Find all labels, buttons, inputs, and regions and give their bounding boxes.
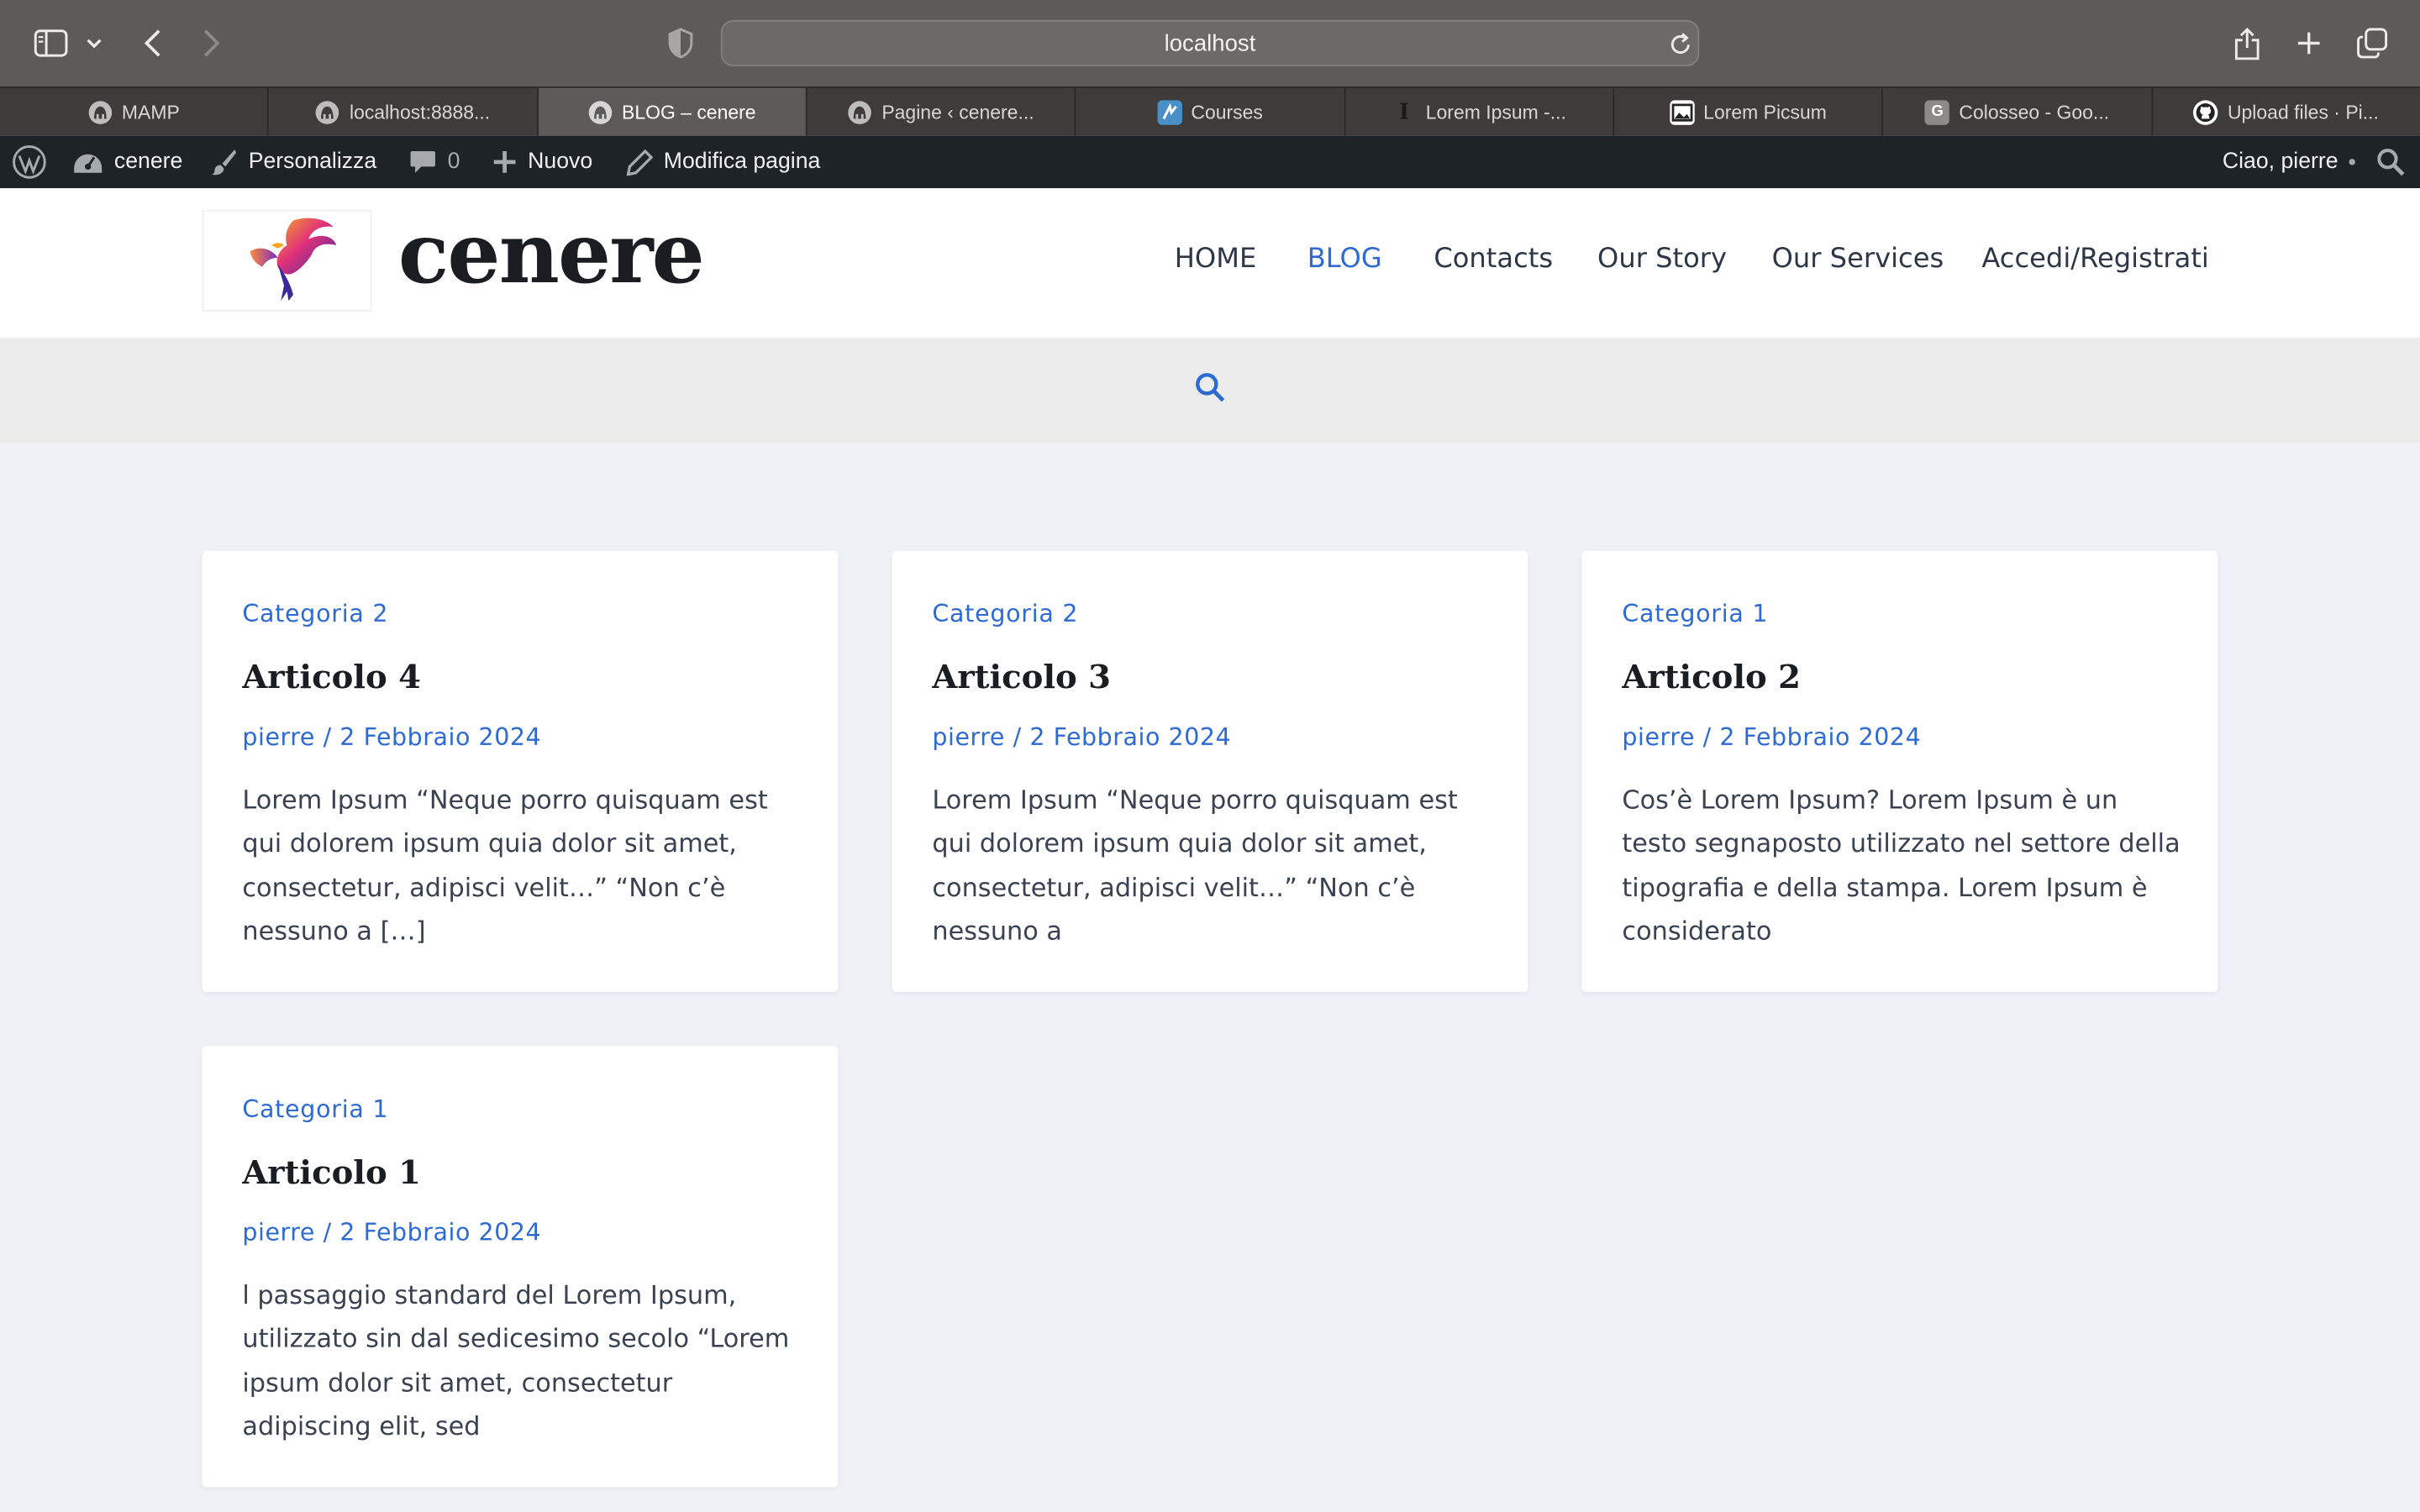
avatar	[2349, 159, 2355, 165]
privacy-shield-icon[interactable]	[664, 26, 697, 60]
mamp-elephant-icon	[588, 99, 613, 123]
tab-overview-icon[interactable]	[2352, 24, 2392, 61]
tab-lorem-picsum[interactable]: Lorem Picsum	[1614, 87, 1884, 136]
post-card: Categoria 1 Articolo 2 pierre / 2 Febbra…	[1581, 550, 2218, 993]
tab-courses[interactable]: Courses	[1076, 87, 1345, 136]
edit-page-label: Modifica pagina	[663, 150, 821, 175]
post-category[interactable]: Categoria 2	[932, 600, 1078, 627]
github-icon	[2193, 99, 2218, 124]
nav-our-story[interactable]: Our Story	[1597, 244, 1727, 275]
new-content-label: Nuovo	[528, 150, 593, 175]
post-meta[interactable]: pierre / 2 Febbraio 2024	[242, 1219, 541, 1247]
post-excerpt: Lorem Ipsum “Neque porro quisquam est qu…	[242, 785, 768, 946]
tab-label: Colosseo - Goo...	[1959, 101, 2110, 123]
reload-icon[interactable]	[1667, 29, 1695, 57]
wp-admin-bar: cenere Personalizza 0 Nuovo Modifica pag…	[0, 135, 2420, 189]
url-text: localhost	[1164, 30, 1256, 57]
nav-our-services[interactable]: Our Services	[1772, 244, 1944, 275]
new-content-link[interactable]: Nuovo	[492, 136, 592, 188]
edit-page-link[interactable]: Modifica pagina	[626, 136, 821, 188]
customize-link[interactable]: Personalizza	[210, 136, 376, 188]
google-g-icon: G	[1925, 99, 1950, 124]
tab-pagine-cenere[interactable]: Pagine ‹ cenere...	[808, 87, 1076, 136]
site-logo[interactable]	[202, 209, 372, 312]
courses-icon	[1157, 99, 1182, 124]
mamp-elephant-icon	[848, 99, 872, 123]
post-meta[interactable]: pierre / 2 Febbraio 2024	[932, 723, 1231, 751]
post-title[interactable]: Articolo 1	[242, 1152, 421, 1191]
my-account-link[interactable]: Ciao, pierre	[2223, 136, 2355, 188]
mamp-elephant-icon	[88, 99, 113, 123]
wordpress-logo-icon[interactable]	[13, 136, 46, 188]
greeting-label: Ciao, pierre	[2222, 150, 2338, 175]
tab-label: BLOG – cenere	[622, 101, 756, 123]
tab-upload-files[interactable]: Upload files · Pi...	[2153, 88, 2420, 136]
forward-icon[interactable]	[194, 24, 228, 61]
browser-toolbar: localhost	[0, 0, 2420, 87]
tab-bar: MAMP localhost:8888... BLOG – cenere Pag…	[0, 86, 2420, 136]
customize-label: Personalizza	[248, 150, 377, 175]
tab-lorem-ipsum[interactable]: I Lorem Ipsum -...	[1345, 87, 1615, 136]
mamp-elephant-icon	[316, 99, 340, 123]
plus-icon	[493, 150, 516, 173]
admin-site-link[interactable]: cenere	[72, 136, 182, 188]
nav-login-register[interactable]: Accedi/Registrati	[1981, 244, 2209, 275]
post-title[interactable]: Articolo 3	[932, 657, 1111, 696]
tab-label: Upload files · Pi...	[2227, 101, 2379, 123]
pencil-icon	[626, 149, 653, 176]
nav-home[interactable]: HOME	[1175, 244, 1257, 275]
tab-label: Lorem Picsum	[1703, 101, 1827, 123]
tab-colosseo-google[interactable]: G Colosseo - Goo...	[1883, 87, 2153, 136]
back-icon[interactable]	[136, 24, 170, 61]
tab-label: MAMP	[121, 101, 180, 123]
share-icon[interactable]	[2228, 24, 2265, 64]
post-category[interactable]: Categoria 2	[242, 600, 388, 627]
comments-count: 0	[447, 150, 460, 175]
post-excerpt: Cos’è Lorem Ipsum? Lorem Ipsum è un test…	[1622, 785, 2181, 946]
tab-blog-cenere[interactable]: BLOG – cenere	[538, 87, 808, 136]
lorem-ipsum-icon: I	[1399, 99, 1410, 124]
site-header: cenere HOME BLOG Contacts Our Story Our …	[0, 188, 2420, 339]
post-meta[interactable]: pierre / 2 Febbraio 2024	[242, 723, 541, 751]
site-title[interactable]: cenere	[398, 203, 705, 302]
browser-window: localhost MAMP localhost:8888... BLOG – …	[0, 0, 2420, 1512]
search-band	[0, 338, 2420, 444]
post-title[interactable]: Articolo 4	[242, 657, 421, 696]
post-card: Categoria 2 Articolo 4 pierre / 2 Febbra…	[202, 550, 839, 993]
new-tab-icon[interactable]	[2291, 24, 2328, 61]
comments-link[interactable]: 0	[409, 136, 460, 188]
admin-site-name: cenere	[113, 150, 183, 175]
tab-label: Courses	[1191, 101, 1263, 123]
post-category[interactable]: Categoria 1	[1622, 600, 1768, 627]
tab-label: localhost:8888...	[349, 101, 491, 123]
nav-contacts[interactable]: Contacts	[1434, 244, 1553, 275]
comment-bubble-icon	[410, 150, 435, 172]
search-icon[interactable]	[1195, 372, 1226, 403]
post-card: Categoria 2 Articolo 3 pierre / 2 Febbra…	[892, 550, 1528, 993]
tab-label: Pagine ‹ cenere...	[881, 101, 1034, 123]
post-excerpt: l passaggio standard del Lorem Ipsum, ut…	[242, 1280, 790, 1441]
tab-localhost-8888[interactable]: localhost:8888...	[269, 87, 539, 136]
post-meta[interactable]: pierre / 2 Febbraio 2024	[1622, 723, 1921, 751]
tab-label: Lorem Ipsum -...	[1425, 101, 1566, 123]
admin-search-icon[interactable]	[2377, 136, 2405, 188]
address-bar[interactable]: localhost	[720, 19, 1700, 66]
nav-blog[interactable]: BLOG	[1307, 244, 1382, 275]
bird-logo-icon	[250, 218, 337, 302]
tab-mamp[interactable]: MAMP	[0, 87, 270, 136]
dashboard-gauge-icon	[74, 154, 103, 173]
post-category[interactable]: Categoria 1	[242, 1095, 388, 1123]
chevron-down-icon[interactable]	[83, 31, 105, 55]
post-title[interactable]: Articolo 2	[1622, 657, 1801, 696]
picsum-icon	[1669, 99, 1695, 124]
post-card: Categoria 1 Articolo 1 pierre / 2 Febbra…	[202, 1046, 839, 1488]
post-excerpt: Lorem Ipsum “Neque porro quisquam est qu…	[932, 785, 1458, 946]
paintbrush-icon	[211, 150, 237, 176]
sidebar-toggle-icon[interactable]	[31, 24, 71, 61]
